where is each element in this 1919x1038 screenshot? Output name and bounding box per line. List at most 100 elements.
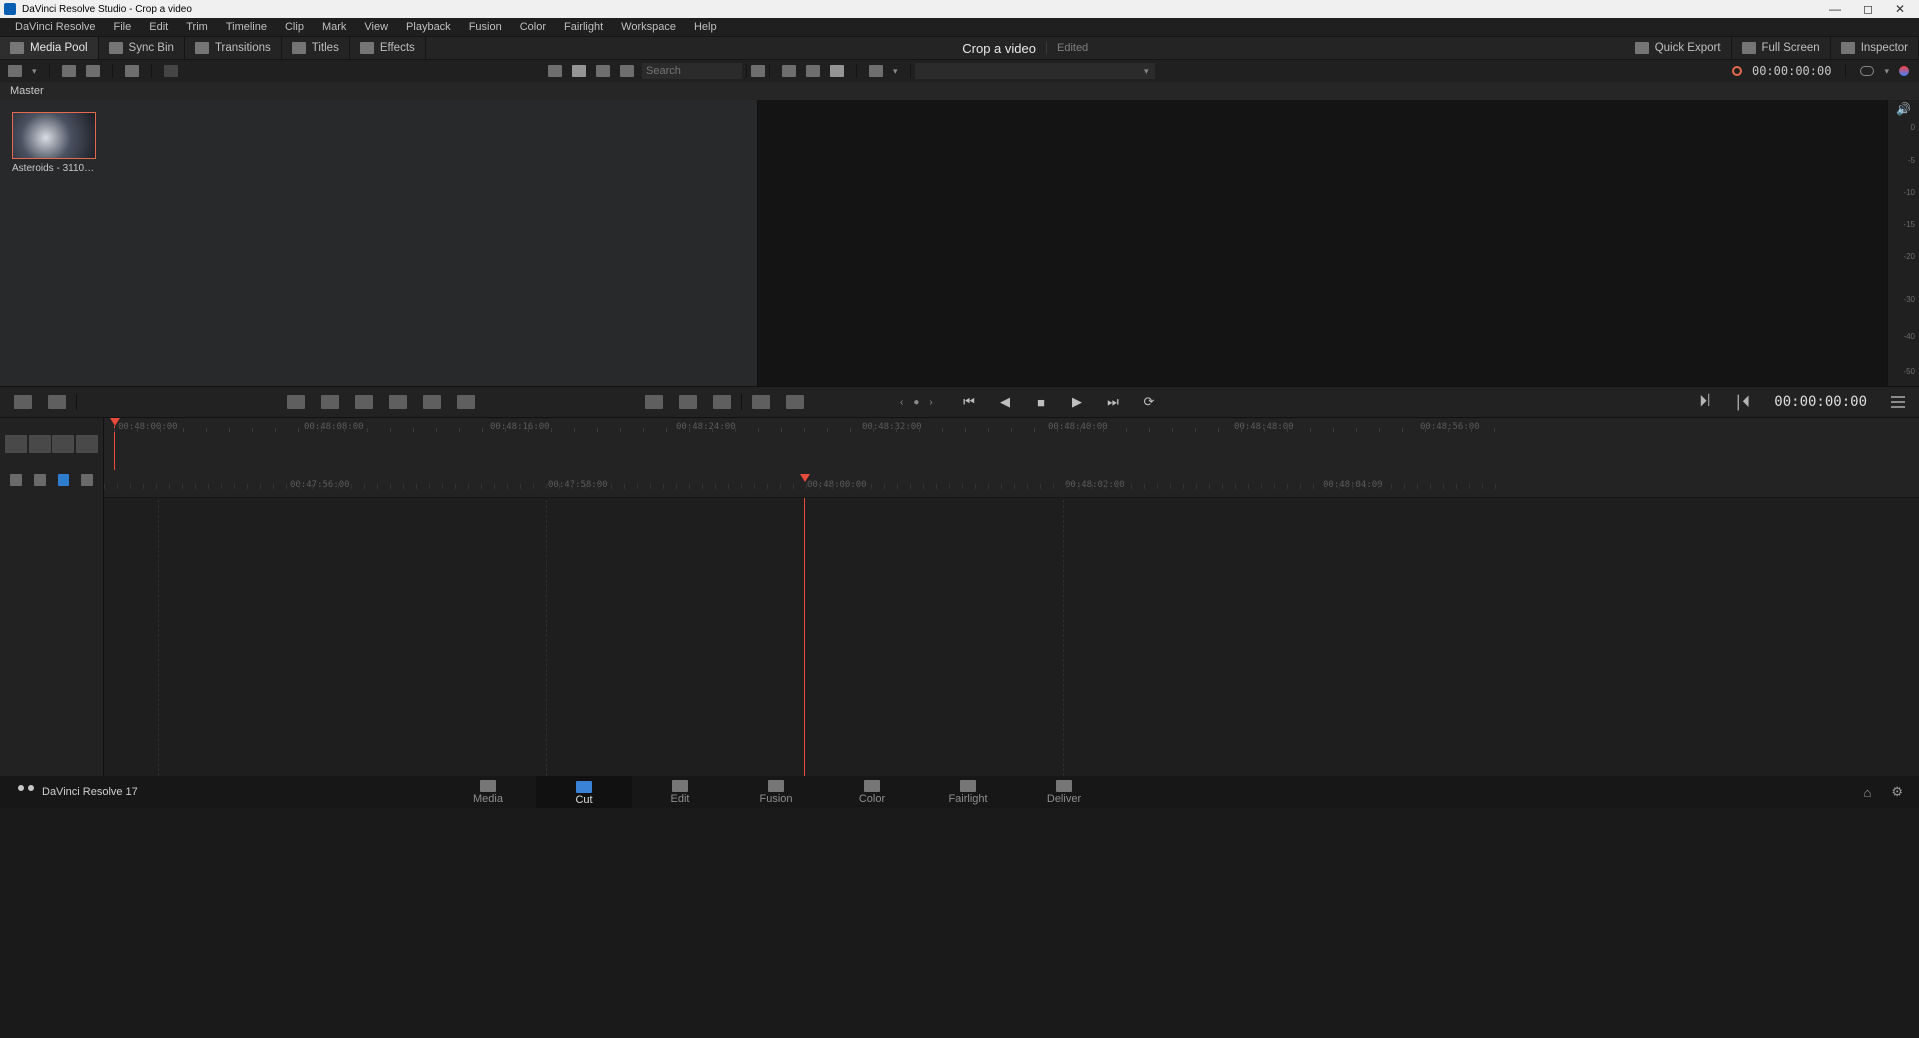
menu-trim[interactable]: Trim xyxy=(177,21,217,33)
media-pool[interactable]: Asteroids - 31105.... xyxy=(0,100,758,386)
close-up-icon[interactable] xyxy=(389,395,407,409)
dissolve-icon[interactable] xyxy=(645,395,663,409)
chevron-down-icon[interactable]: ▾ xyxy=(1884,66,1889,77)
timeline-view-icon[interactable] xyxy=(830,65,844,77)
append-icon[interactable] xyxy=(321,395,339,409)
tab-fusion[interactable]: Fusion xyxy=(728,776,824,808)
menu-fusion[interactable]: Fusion xyxy=(460,21,511,33)
inspector-label: Inspector xyxy=(1861,42,1908,54)
menu-mark[interactable]: Mark xyxy=(313,21,355,33)
play-reverse-button[interactable]: ◀ xyxy=(996,394,1014,410)
boring-detector-icon[interactable] xyxy=(14,395,32,409)
maximize-button[interactable]: ◻ xyxy=(1863,2,1873,16)
inspector-toggle[interactable]: Inspector xyxy=(1831,37,1919,59)
cut-icon[interactable] xyxy=(679,395,697,409)
smart-insert-icon[interactable] xyxy=(287,395,305,409)
menu-workspace[interactable]: Workspace xyxy=(612,21,685,33)
source-clip-icon[interactable] xyxy=(782,65,796,77)
quick-export-button[interactable]: Quick Export xyxy=(1625,37,1732,59)
tab-fairlight[interactable]: Fairlight xyxy=(920,776,1016,808)
menu-edit[interactable]: Edit xyxy=(140,21,177,33)
tools-icon[interactable] xyxy=(752,395,770,409)
track-area[interactable] xyxy=(104,498,1919,776)
record-indicator-icon[interactable] xyxy=(1732,66,1742,76)
titles-toggle[interactable]: Titles xyxy=(282,37,350,59)
sync-clips-icon[interactable] xyxy=(125,65,139,77)
timeline-options-icon[interactable] xyxy=(1891,396,1905,408)
minimize-button[interactable]: — xyxy=(1829,2,1841,16)
sync-bin-toggle[interactable]: Sync Bin xyxy=(99,37,185,59)
metadata-view-icon[interactable] xyxy=(548,65,562,77)
bin-name[interactable]: Master xyxy=(10,85,44,97)
bypass-fx-icon[interactable] xyxy=(1860,66,1874,76)
project-settings-button[interactable]: ⚙ xyxy=(1891,784,1903,800)
mark-in-button[interactable]: ⏵∣ xyxy=(1699,393,1710,411)
viewer[interactable] xyxy=(758,100,1887,386)
timeline-display-icon[interactable] xyxy=(81,474,93,486)
import-media-icon[interactable] xyxy=(62,65,76,77)
menu-playback[interactable]: Playback xyxy=(397,21,460,33)
bin-list-icon[interactable] xyxy=(8,65,22,77)
timeline-timecode[interactable]: 00:00:00:00 xyxy=(1774,394,1867,410)
menu-timeline[interactable]: Timeline xyxy=(217,21,276,33)
next-edit-icon[interactable]: › xyxy=(929,397,932,408)
source-tape-icon[interactable] xyxy=(806,65,820,77)
detail-ruler[interactable]: 00:47:56:00 00:47:58:00 00:48:00:00 00:4… xyxy=(104,470,1919,498)
tab-edit[interactable]: Edit xyxy=(632,776,728,808)
stop-button[interactable]: ■ xyxy=(1032,394,1050,410)
list-view-icon[interactable] xyxy=(620,65,634,77)
loop-button[interactable]: ⟳ xyxy=(1140,394,1158,410)
menu-view[interactable]: View xyxy=(355,21,397,33)
timeline-selector[interactable]: ▾ xyxy=(915,63,1155,79)
import-folder-icon[interactable] xyxy=(86,65,100,77)
tab-deliver[interactable]: Deliver xyxy=(1016,776,1112,808)
speaker-icon[interactable]: 🔊 xyxy=(1888,100,1919,118)
tab-media[interactable]: Media xyxy=(440,776,536,808)
menu-color[interactable]: Color xyxy=(511,21,555,33)
track-audio-lock-icon[interactable] xyxy=(5,435,27,453)
place-on-top-icon[interactable] xyxy=(423,395,441,409)
tab-cut[interactable]: Cut xyxy=(536,776,632,808)
sync-audio-icon[interactable] xyxy=(786,395,804,409)
menu-davinci-resolve[interactable]: DaVinci Resolve xyxy=(6,21,105,33)
full-screen-button[interactable]: Full Screen xyxy=(1732,37,1831,59)
media-pool-toggle[interactable]: Media Pool xyxy=(0,37,99,59)
mark-out-button[interactable]: ∣⏴ xyxy=(1734,392,1750,412)
play-button[interactable]: ▶ xyxy=(1068,394,1086,410)
thumbnail-view-icon[interactable] xyxy=(572,65,586,77)
add-track-icon[interactable] xyxy=(76,435,98,453)
ripple-overwrite-icon[interactable] xyxy=(355,395,373,409)
transitions-toggle[interactable]: Transitions xyxy=(185,37,282,59)
jump-end-button[interactable]: ⏭ xyxy=(1104,394,1122,410)
color-tools-icon[interactable] xyxy=(1899,66,1909,76)
effects-toggle[interactable]: Effects xyxy=(350,37,426,59)
safe-area-icon[interactable] xyxy=(869,65,883,77)
tab-color[interactable]: Color xyxy=(824,776,920,808)
chevron-down-icon[interactable]: ▾ xyxy=(32,66,37,77)
split-clip-icon[interactable] xyxy=(48,395,66,409)
smooth-cut-icon[interactable] xyxy=(713,395,731,409)
media-clip[interactable]: Asteroids - 31105.... xyxy=(12,112,96,174)
source-overwrite-icon[interactable] xyxy=(457,395,475,409)
trim-mode-icon[interactable] xyxy=(52,435,74,453)
track-video-lock-icon[interactable] xyxy=(29,435,51,453)
snap-icon[interactable] xyxy=(10,474,22,486)
prev-edit-icon[interactable]: ‹ xyxy=(900,397,903,408)
overview-ruler[interactable]: 00:48:00:00 00:48:08:00 00:48:16:00 00:4… xyxy=(104,418,1919,470)
resolve-fx-icon[interactable] xyxy=(164,65,178,77)
chevron-down-icon[interactable]: ▾ xyxy=(893,66,898,77)
menu-clip[interactable]: Clip xyxy=(276,21,313,33)
marker-icon[interactable] xyxy=(34,474,46,486)
menu-help[interactable]: Help xyxy=(685,21,726,33)
strip-view-icon[interactable] xyxy=(596,65,610,77)
search-input[interactable] xyxy=(642,63,742,79)
viewer-timecode[interactable]: 00:00:00:00 xyxy=(1752,64,1831,78)
color-page-icon xyxy=(864,780,880,792)
menu-fairlight[interactable]: Fairlight xyxy=(555,21,612,33)
menu-file[interactable]: File xyxy=(105,21,141,33)
home-button[interactable]: ⌂ xyxy=(1863,785,1871,800)
close-button[interactable]: ✕ xyxy=(1895,2,1905,16)
sort-icon[interactable] xyxy=(751,65,765,77)
flag-icon[interactable] xyxy=(58,474,70,486)
jump-start-button[interactable]: ⏮ xyxy=(960,394,978,410)
